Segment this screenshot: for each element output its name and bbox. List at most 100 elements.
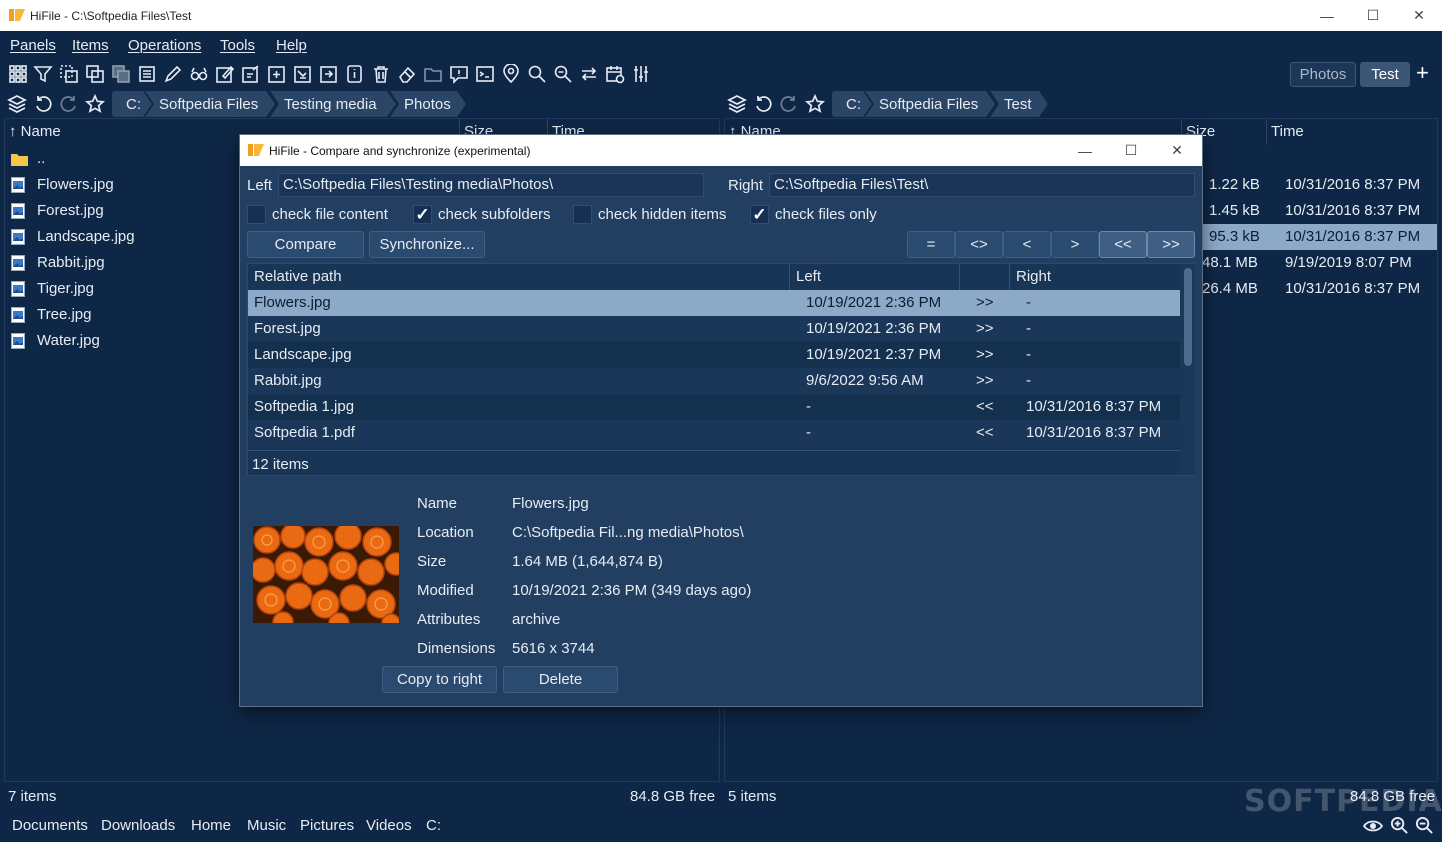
breadcrumb-right-test[interactable]: Test — [990, 91, 1048, 117]
comment-icon[interactable] — [449, 64, 469, 84]
column-direction[interactable] — [960, 264, 1010, 290]
table-row[interactable]: Softpedia 1.jpg - << 10/31/2016 8:37 PM — [248, 394, 1180, 420]
filter-right-only-button[interactable]: << — [1099, 231, 1147, 258]
terminal-icon[interactable] — [475, 64, 495, 84]
filter-right-newer-button[interactable]: > — [1051, 231, 1099, 258]
rename-icon[interactable] — [215, 64, 235, 84]
table-row[interactable]: Rabbit.jpg 9/6/2022 9:56 AM >> - — [248, 368, 1180, 394]
bookmark-videos[interactable]: Videos — [366, 817, 412, 834]
folder-icon[interactable] — [423, 64, 443, 84]
image-file-icon — [11, 203, 25, 219]
copy-icon[interactable] — [85, 64, 105, 84]
breadcrumb-left-photos[interactable]: Photos — [390, 91, 466, 117]
add-tab-button[interactable]: + — [1416, 62, 1429, 84]
filter-left-newer-button[interactable]: < — [1003, 231, 1051, 258]
detail-value-location: C:\Softpedia Fil...ng media\Photos\ — [512, 524, 744, 541]
new-folder-icon[interactable] — [267, 64, 287, 84]
breadcrumb-right-c[interactable]: C: — [832, 91, 872, 117]
menu-bar: Panels Items Operations Tools Help — [0, 31, 1442, 58]
eye-icon[interactable] — [1363, 818, 1383, 834]
menu-panels[interactable]: Panels — [10, 37, 56, 54]
menu-tools[interactable]: Tools — [220, 37, 255, 54]
check-file-content-checkbox[interactable] — [247, 205, 266, 224]
compare-results-table: Relative path Left Right Flowers.jpg 10/… — [247, 263, 1195, 476]
table-row-selected[interactable]: Flowers.jpg 10/19/2021 2:36 PM >> - — [248, 290, 1180, 316]
filter-icon[interactable] — [33, 64, 53, 84]
maximize-button[interactable]: ☐ — [1350, 0, 1396, 31]
menu-operations[interactable]: Operations — [128, 37, 201, 54]
column-left[interactable]: Left — [790, 264, 960, 290]
close-button[interactable]: ✕ — [1396, 0, 1442, 31]
dialog-close-button[interactable]: ✕ — [1154, 135, 1200, 166]
search-content-icon[interactable] — [553, 64, 573, 84]
copy-to-right-button[interactable]: Copy to right — [382, 666, 497, 693]
swap-icon[interactable] — [579, 64, 599, 84]
menu-items[interactable]: Items — [72, 37, 109, 54]
compare-icon[interactable] — [293, 64, 313, 84]
table-row[interactable]: Forest.jpg 10/19/2021 2:36 PM >> - — [248, 316, 1180, 342]
settings-sliders-icon[interactable] — [631, 64, 651, 84]
list-icon[interactable] — [137, 64, 157, 84]
bookmark-home[interactable]: Home — [191, 817, 231, 834]
layers-icon[interactable] — [727, 94, 747, 114]
tab-test[interactable]: Test — [1360, 62, 1410, 87]
minimize-button[interactable]: — — [1304, 0, 1350, 31]
back-icon[interactable] — [753, 94, 773, 114]
dialog-maximize-button[interactable]: ☐ — [1108, 135, 1154, 166]
filter-equal-button[interactable]: = — [907, 231, 955, 258]
erase-icon[interactable] — [397, 64, 417, 84]
new-file-icon[interactable] — [241, 64, 261, 84]
move-icon[interactable] — [111, 64, 131, 84]
favorite-star-icon[interactable] — [804, 93, 826, 114]
edit-icon[interactable] — [163, 64, 183, 84]
breadcrumb-left-c[interactable]: C: — [112, 91, 152, 117]
file-size: 26.4 MB — [1202, 280, 1258, 297]
search-icon[interactable] — [527, 64, 547, 84]
favorite-star-icon[interactable] — [84, 93, 106, 114]
forward-icon[interactable] — [59, 94, 79, 114]
delete-button[interactable]: Delete — [503, 666, 618, 693]
right-path-field[interactable]: C:\Softpedia Files\Test\ — [769, 173, 1195, 197]
hifile-logo-icon — [248, 144, 264, 156]
dialog-minimize-button[interactable]: — — [1062, 135, 1108, 166]
forward-icon[interactable] — [779, 94, 799, 114]
file-time: 10/31/2016 8:37 PM — [1285, 176, 1421, 193]
location-icon[interactable] — [501, 63, 521, 84]
filter-left-only-button[interactable]: >> — [1147, 231, 1195, 258]
breadcrumb-left-softpedia[interactable]: Softpedia Files — [145, 91, 275, 117]
layers-icon[interactable] — [7, 94, 27, 114]
image-preview — [253, 526, 399, 623]
select-icon[interactable] — [59, 64, 79, 84]
back-icon[interactable] — [33, 94, 53, 114]
check-hidden-items-checkbox[interactable] — [573, 205, 592, 224]
bookmark-pictures[interactable]: Pictures — [300, 817, 354, 834]
filter-different-button[interactable]: <> — [955, 231, 1003, 258]
properties-icon[interactable] — [345, 64, 365, 84]
grid-icon[interactable] — [8, 64, 28, 84]
column-right[interactable]: Right — [1010, 264, 1180, 290]
check-files-only-checkbox[interactable]: ✓ — [750, 205, 769, 224]
view-icon[interactable] — [189, 64, 209, 84]
bookmark-music[interactable]: Music — [247, 817, 286, 834]
synchronize-button[interactable]: Synchronize... — [369, 231, 485, 258]
sync-icon[interactable] — [319, 64, 339, 84]
menu-help[interactable]: Help — [276, 37, 307, 54]
bookmark-c-drive[interactable]: C: — [426, 817, 441, 834]
breadcrumb-left-testing-media[interactable]: Testing media — [270, 91, 396, 117]
check-subfolders-checkbox[interactable]: ✓ — [413, 205, 432, 224]
bookmark-downloads[interactable]: Downloads — [101, 817, 175, 834]
compare-button[interactable]: Compare — [247, 231, 364, 258]
scrollbar-thumb[interactable] — [1184, 268, 1192, 366]
bookmark-documents[interactable]: Documents — [12, 817, 88, 834]
table-row[interactable]: Landscape.jpg 10/19/2021 2:37 PM >> - — [248, 342, 1180, 368]
table-scrollbar[interactable] — [1181, 264, 1195, 475]
column-time[interactable]: Time — [1267, 119, 1437, 145]
file-time: 10/31/2016 8:37 PM — [1285, 202, 1421, 219]
breadcrumb-right-softpedia[interactable]: Softpedia Files — [865, 91, 995, 117]
delete-icon[interactable] — [371, 64, 391, 84]
column-relative-path[interactable]: Relative path — [248, 264, 790, 290]
tab-photos[interactable]: Photos — [1290, 62, 1356, 87]
table-row[interactable]: Softpedia 1.pdf - << 10/31/2016 8:37 PM — [248, 420, 1180, 446]
left-path-field[interactable]: C:\Softpedia Files\Testing media\Photos\ — [278, 173, 704, 197]
schedule-icon[interactable] — [605, 64, 625, 84]
